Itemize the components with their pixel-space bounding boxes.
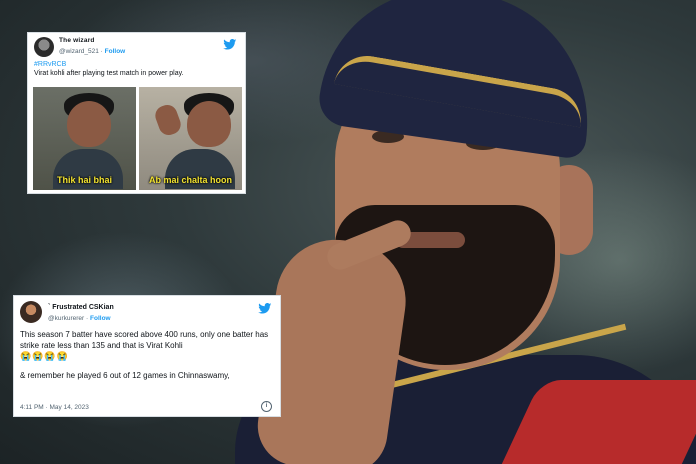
author-handle-row: @wizard_521 · Follow	[59, 48, 125, 55]
meme-collage: The wizard @wizard_521 · Follow #RRvRCB …	[0, 0, 696, 464]
meme-caption-left: Thik hai bhai	[56, 175, 112, 185]
separator: ·	[100, 48, 103, 55]
meme-caption-right: Ab mai chalta hoon	[148, 175, 232, 185]
hashtag-link[interactable]: #RRvRCB	[34, 60, 239, 69]
tweet-header: ` Frustrated CSKian @kurkurerer · Follow	[20, 301, 274, 323]
author-handle[interactable]: @wizard_521	[59, 48, 99, 55]
separator: ·	[86, 315, 89, 322]
author-name[interactable]: ` Frustrated CSKian	[48, 304, 114, 311]
author-handle-row: @kurkurerer · Follow	[48, 315, 111, 322]
meme-panel-left: Thik hai bhai	[33, 87, 136, 190]
crying-emoji-row: 😭😭😭😭	[20, 351, 69, 361]
tweet-card-cskian[interactable]: ` Frustrated CSKian @kurkurerer · Follow…	[13, 295, 281, 417]
follow-button[interactable]: Follow	[90, 315, 111, 322]
author-handle[interactable]: @kurkurerer	[48, 315, 84, 322]
tweet-body: This season 7 batter have scored above 4…	[20, 330, 269, 350]
tweet-body: Virat kohli after playing test match in …	[34, 70, 184, 77]
tweet-card-wizard[interactable]: The wizard @wizard_521 · Follow #RRvRCB …	[27, 32, 246, 194]
tweet-text: This season 7 batter have scored above 4…	[20, 329, 274, 381]
tweet-header: The wizard @wizard_521 · Follow	[34, 37, 239, 59]
follow-button[interactable]: Follow	[105, 48, 126, 55]
timestamp[interactable]: 4:11 PM · May 14, 2023	[20, 404, 89, 411]
twitter-bird-icon[interactable]	[223, 39, 237, 50]
meme-figure-waving-hand	[152, 102, 184, 138]
avatar[interactable]	[34, 37, 54, 57]
meme-image[interactable]: Thik hai bhai Ab mai chalta hoon	[33, 87, 242, 190]
tweet-body-second-paragraph: & remember he played 6 out of 12 games i…	[20, 371, 230, 380]
meme-panel-right: Ab mai chalta hoon	[139, 87, 242, 190]
meme-figure-head	[67, 101, 111, 147]
meme-figure-head	[187, 101, 231, 147]
tweet-text: #RRvRCB Virat kohli after playing test m…	[34, 60, 239, 78]
avatar[interactable]	[20, 301, 42, 323]
info-icon[interactable]: i	[261, 401, 272, 412]
author-name[interactable]: The wizard	[59, 37, 95, 44]
twitter-bird-icon[interactable]	[258, 303, 272, 314]
